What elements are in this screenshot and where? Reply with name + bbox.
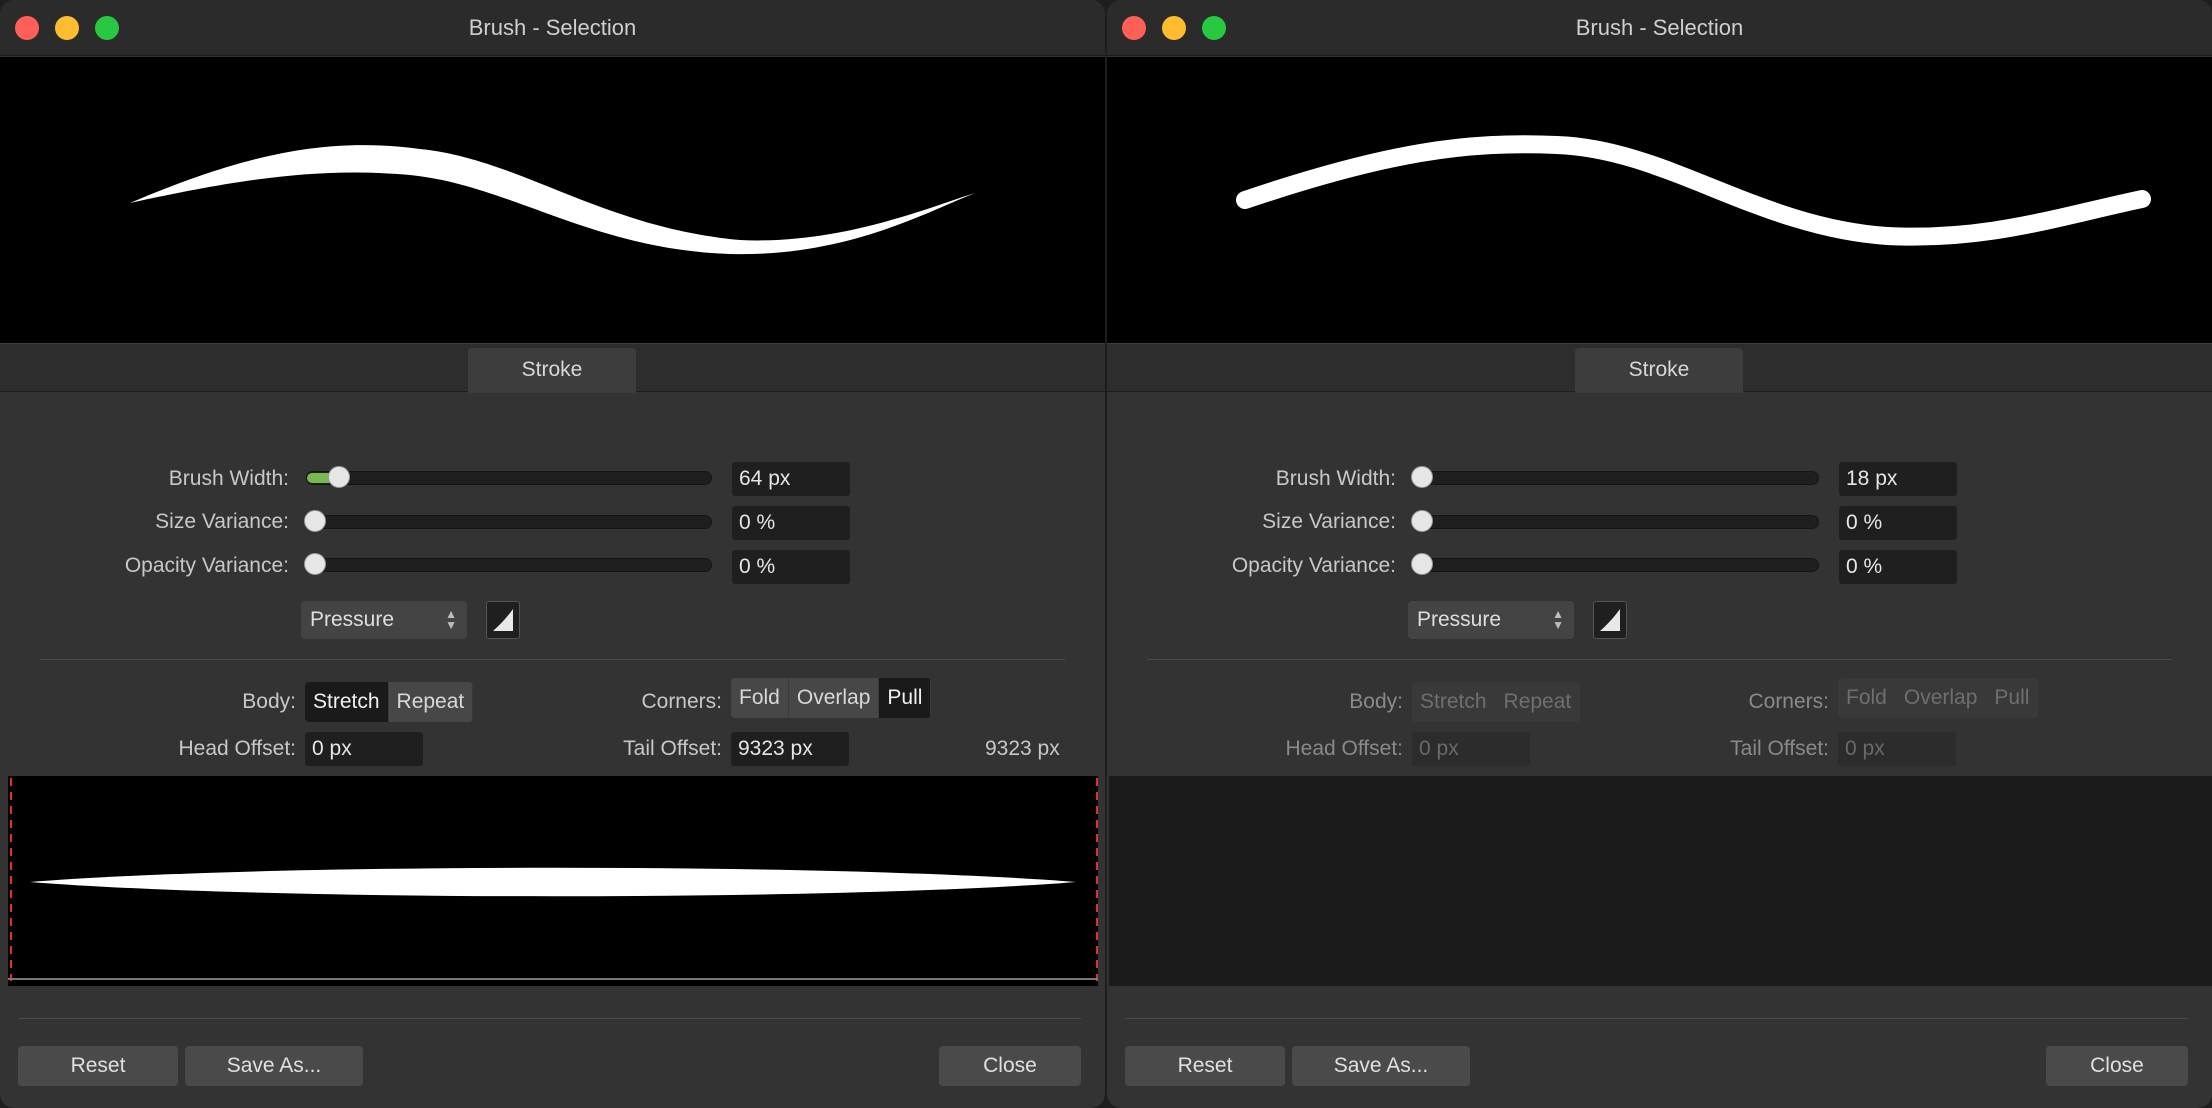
body-option-repeat[interactable]: Repeat <box>1496 682 1581 722</box>
stroke-preview-shape <box>130 145 975 255</box>
tab-strip: Stroke <box>1107 343 2212 393</box>
chevron-up-down-icon: ▲ ▼ <box>445 607 457 632</box>
body-option-repeat[interactable]: Repeat <box>389 682 474 722</box>
corners-option-pull[interactable]: Pull <box>879 678 932 718</box>
size-variance-label: Size Variance: <box>155 510 289 533</box>
nozzle-preview-empty <box>1109 776 2212 986</box>
opacity-variance-slider-knob[interactable] <box>304 553 326 575</box>
reset-button[interactable]: Reset <box>18 1046 178 1086</box>
save-as-button[interactable]: Save As... <box>185 1046 363 1086</box>
brush-width-slider[interactable] <box>306 466 712 488</box>
size-variance-slider[interactable] <box>304 510 712 532</box>
stroke-preview-shape <box>1236 135 2151 246</box>
opacity-variance-field[interactable]: 0 % <box>732 550 850 584</box>
controller-select-value: Pressure <box>310 608 395 631</box>
corners-option-fold[interactable]: Fold <box>731 678 789 718</box>
chevron-up-down-icon: ▲ ▼ <box>1552 607 1564 632</box>
pressure-curve-button[interactable] <box>486 601 520 639</box>
size-variance-field[interactable]: 0 % <box>732 506 850 540</box>
brush-window-left: Brush - Selection Stroke Brush Width: 64… <box>0 0 1105 1108</box>
size-variance-label: Size Variance: <box>1262 510 1396 533</box>
stroke-preview <box>1107 57 2212 343</box>
size-variance-field[interactable]: 0 % <box>1839 506 1957 540</box>
corners-option-overlap[interactable]: Overlap <box>789 678 880 718</box>
body-segmented-control[interactable]: Stretch Repeat <box>1412 682 1581 722</box>
controller-select[interactable]: Pressure ▲ ▼ <box>1408 601 1574 639</box>
close-button[interactable]: Close <box>939 1046 1081 1086</box>
tail-offset-label: Tail Offset: <box>623 737 722 760</box>
nozzle-preview <box>8 776 1098 986</box>
reset-button[interactable]: Reset <box>1125 1046 1285 1086</box>
window-title: Brush - Selection <box>468 15 637 40</box>
corners-label: Corners: <box>641 690 722 713</box>
opacity-variance-slider[interactable] <box>304 553 712 575</box>
corners-segmented-control[interactable]: Fold Overlap Pull <box>1838 678 2039 718</box>
brush-width-label: Brush Width: <box>168 467 289 490</box>
head-offset-label: Head Offset: <box>1285 737 1403 760</box>
opacity-variance-label: Opacity Variance: <box>1231 554 1396 577</box>
title-bar[interactable]: Brush - Selection <box>0 0 1105 56</box>
brush-window-right: Brush - Selection Stroke Brush Width: 18… <box>1107 0 2212 1108</box>
brush-width-slider-knob[interactable] <box>328 466 350 488</box>
body-label: Body: <box>1349 690 1403 713</box>
body-label: Body: <box>242 690 296 713</box>
pressure-curve-icon <box>1600 609 1620 631</box>
brush-width-field[interactable]: 64 px <box>732 462 850 496</box>
nozzle-length-value: 9323 px <box>985 737 1060 760</box>
opacity-variance-field[interactable]: 0 % <box>1839 550 1957 584</box>
section-divider <box>1147 659 2172 660</box>
tab-stroke[interactable]: Stroke <box>1575 348 1743 393</box>
body-segmented-control[interactable]: Stretch Repeat <box>305 682 474 722</box>
pressure-curve-button[interactable] <box>1593 601 1627 639</box>
body-option-stretch[interactable]: Stretch <box>1412 682 1496 722</box>
brush-width-label: Brush Width: <box>1275 467 1396 490</box>
stroke-preview <box>0 57 1105 343</box>
head-offset-field[interactable]: 0 px <box>1412 732 1530 766</box>
corners-label: Corners: <box>1748 690 1829 713</box>
opacity-variance-label: Opacity Variance: <box>124 554 289 577</box>
opacity-variance-slider-knob[interactable] <box>1411 553 1433 575</box>
size-variance-slider-knob[interactable] <box>1411 510 1433 532</box>
brush-width-slider[interactable] <box>1411 466 1819 488</box>
tail-offset-label: Tail Offset: <box>1730 737 1829 760</box>
corners-option-overlap[interactable]: Overlap <box>1896 678 1987 718</box>
section-divider <box>40 659 1065 660</box>
corners-option-pull[interactable]: Pull <box>1986 678 2039 718</box>
corners-segmented-control[interactable]: Fold Overlap Pull <box>731 678 932 718</box>
footer-divider <box>1125 1018 2188 1019</box>
save-as-button[interactable]: Save As... <box>1292 1046 1470 1086</box>
brush-width-slider-knob[interactable] <box>1411 466 1433 488</box>
controller-select[interactable]: Pressure ▲ ▼ <box>301 601 467 639</box>
size-variance-slider[interactable] <box>1411 510 1819 532</box>
title-bar[interactable]: Brush - Selection <box>1107 0 2212 56</box>
brush-width-field[interactable]: 18 px <box>1839 462 1957 496</box>
opacity-variance-slider[interactable] <box>1411 553 1819 575</box>
corners-option-fold[interactable]: Fold <box>1838 678 1896 718</box>
pressure-curve-icon <box>493 609 513 631</box>
body-option-stretch[interactable]: Stretch <box>305 682 389 722</box>
tab-strip: Stroke <box>0 343 1105 393</box>
footer-divider <box>18 1018 1081 1019</box>
nozzle-preview-shape <box>8 778 1098 981</box>
close-button[interactable]: Close <box>2046 1046 2188 1086</box>
window-title: Brush - Selection <box>1575 15 1744 40</box>
tail-offset-field[interactable]: 0 px <box>1838 732 1956 766</box>
size-variance-slider-knob[interactable] <box>304 510 326 532</box>
controller-select-value: Pressure <box>1417 608 1502 631</box>
tab-stroke[interactable]: Stroke <box>468 348 636 393</box>
head-offset-field[interactable]: 0 px <box>305 732 423 766</box>
tail-offset-field[interactable]: 9323 px <box>731 732 849 766</box>
head-offset-label: Head Offset: <box>178 737 296 760</box>
